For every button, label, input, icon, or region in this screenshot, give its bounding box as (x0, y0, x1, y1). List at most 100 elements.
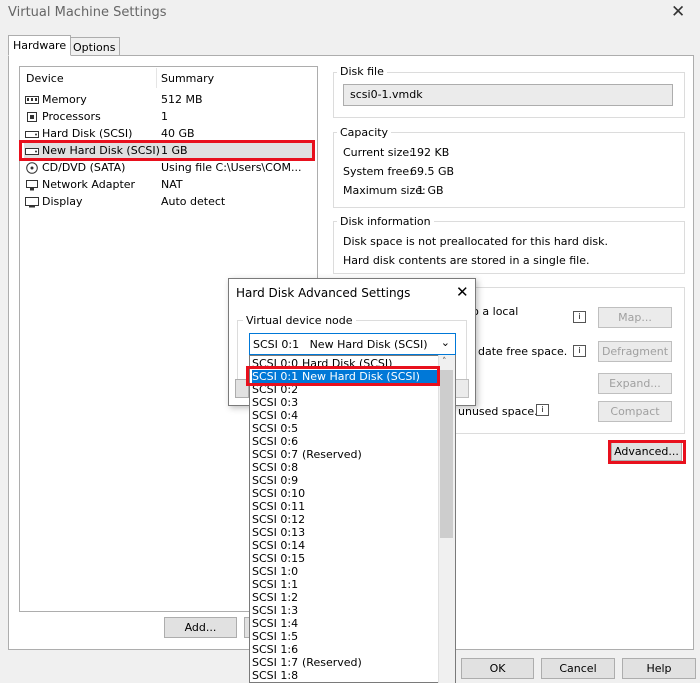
dropdown-option[interactable]: SCSI 1:4 (252, 617, 440, 630)
column-header-device[interactable]: Device (26, 72, 64, 85)
disk-information-title: Disk information (337, 215, 434, 228)
combo-selected-value: SCSI 0:1 New Hard Disk (SCSI) (253, 338, 428, 351)
dropdown-option[interactable]: SCSI 1:3 (252, 604, 440, 617)
option-node: SCSI 0:3 (252, 396, 299, 409)
device-name: Hard Disk (SCSI) (42, 127, 133, 140)
device-name: Display (42, 195, 83, 208)
dialog-close-icon[interactable]: ✕ (456, 283, 469, 301)
dropdown-option[interactable]: SCSI 0:8 (252, 461, 440, 474)
dropdown-option[interactable]: SCSI 1:7 (Reserved) (252, 656, 440, 669)
device-summary: Using file C:\Users\COM... (161, 161, 302, 174)
device-row-processors[interactable]: Processors 1 (24, 109, 312, 126)
disk-info-preallocation: Disk space is not preallocated for this … (343, 235, 608, 248)
option-node: SCSI 0:6 (252, 435, 299, 448)
scroll-up-icon[interactable]: ˄ (442, 357, 447, 367)
option-node: SCSI 0:14 (252, 539, 306, 552)
dropdown-option[interactable]: SCSI 0:11 (252, 500, 440, 513)
column-divider[interactable] (156, 68, 157, 88)
dropdown-option[interactable]: SCSI 1:1 (252, 578, 440, 591)
dropdown-option[interactable]: SCSI 0:15 (252, 552, 440, 565)
option-node: SCSI 1:7 (252, 656, 299, 669)
info-icon: i (573, 345, 586, 357)
device-row-memory[interactable]: Memory 512 MB (24, 92, 312, 109)
option-node: SCSI 1:8 (252, 669, 299, 682)
window-title: Virtual Machine Settings (8, 5, 167, 20)
dropdown-option[interactable]: SCSI 0:6 (252, 435, 440, 448)
dropdown-option[interactable]: SCSI 0:12 (252, 513, 440, 526)
dropdown-option[interactable]: SCSI 0:14 (252, 539, 440, 552)
option-node: SCSI 1:3 (252, 604, 299, 617)
device-node-dropdown[interactable]: SCSI 0:0 Hard Disk (SCSI) SCSI 0:1 New Hard… (249, 355, 456, 683)
option-node: SCSI 0:8 (252, 461, 299, 474)
option-node: SCSI 0:10 (252, 487, 306, 500)
dropdown-option[interactable]: SCSI 1:2 (252, 591, 440, 604)
system-free-label: System free: (343, 165, 413, 178)
option-node: SCSI 0:9 (252, 474, 299, 487)
compact-button[interactable]: Compact (598, 401, 672, 422)
scrollbar-thumb[interactable] (440, 370, 453, 538)
device-node-combo[interactable]: SCSI 0:1 New Hard Disk (SCSI) ⌄ (249, 333, 456, 355)
disk-file-field[interactable]: scsi0-1.vmdk (343, 84, 673, 106)
cd-dvd-icon (26, 162, 38, 174)
current-size-label: Current size: (343, 146, 413, 159)
tab-hardware[interactable]: Hardware (8, 35, 72, 56)
defragment-button[interactable]: Defragment (598, 341, 672, 362)
dropdown-option[interactable]: SCSI 0:9 (252, 474, 440, 487)
device-name: CD/DVD (SATA) (42, 161, 126, 174)
column-header-summary[interactable]: Summary (161, 72, 214, 85)
capacity-title: Capacity (337, 126, 392, 139)
ok-button[interactable]: OK (461, 658, 534, 679)
defragment-description: date free space. (478, 345, 568, 358)
device-row-network[interactable]: Network Adapter NAT (24, 177, 312, 194)
network-icon (26, 180, 38, 191)
expand-button[interactable]: Expand... (598, 373, 672, 394)
device-summary: 40 GB (161, 127, 195, 140)
tab-options[interactable]: Options (68, 37, 121, 56)
help-button[interactable]: Help (622, 658, 696, 679)
option-node: SCSI 1:2 (252, 591, 299, 604)
device-summary: NAT (161, 178, 183, 191)
option-node: SCSI 0:5 (252, 422, 299, 435)
current-size-value: 192 KB (410, 146, 450, 159)
dropdown-option[interactable]: SCSI 0:3 (252, 396, 440, 409)
device-row-cd-dvd[interactable]: CD/DVD (SATA) Using file C:\Users\COM... (24, 160, 312, 177)
device-summary: 512 MB (161, 93, 203, 106)
option-node: SCSI 1:6 (252, 643, 299, 656)
dropdown-option[interactable]: SCSI 1:6 (252, 643, 440, 656)
maximum-size-value: 1 GB (417, 184, 444, 197)
add-button[interactable]: Add... (164, 617, 237, 638)
cancel-button[interactable]: Cancel (541, 658, 615, 679)
memory-icon (25, 96, 39, 104)
disk-info-storage: Hard disk contents are stored in a singl… (343, 254, 590, 267)
dropdown-option[interactable]: SCSI 1:5 (252, 630, 440, 643)
chevron-down-icon: ⌄ (440, 336, 450, 349)
option-description: (Reserved) (302, 448, 362, 461)
option-node: SCSI 1:0 (252, 565, 299, 578)
dropdown-option[interactable]: SCSI 0:7 (Reserved) (252, 448, 440, 461)
option-node: SCSI 1:4 (252, 617, 299, 630)
close-icon[interactable]: ✕ (671, 2, 685, 22)
device-row-display[interactable]: Display Auto detect (24, 194, 312, 211)
dialog-cancel-button[interactable] (455, 379, 469, 398)
device-summary: 1 (161, 110, 168, 123)
info-icon: i (536, 404, 549, 416)
dropdown-option[interactable]: SCSI 0:5 (252, 422, 440, 435)
maximum-size-label: Maximum size: (343, 184, 426, 197)
dropdown-option[interactable]: SCSI 0:4 (252, 409, 440, 422)
option-node: SCSI 0:15 (252, 552, 306, 565)
map-button[interactable]: Map... (598, 307, 672, 328)
dropdown-option[interactable]: SCSI 1:8 (252, 669, 440, 682)
annotation-highlight-advanced (608, 440, 686, 464)
dropdown-option[interactable]: SCSI 0:10 (252, 487, 440, 500)
dropdown-option[interactable]: SCSI 0:13 (252, 526, 440, 539)
dropdown-option[interactable]: SCSI 1:0 (252, 565, 440, 578)
option-node: SCSI 1:1 (252, 578, 299, 591)
processor-icon (27, 112, 37, 122)
option-description: (Reserved) (302, 656, 362, 669)
annotation-highlight-option (246, 366, 440, 386)
device-name: Memory (42, 93, 87, 106)
device-name: Network Adapter (42, 178, 136, 191)
system-free-value: 69.5 GB (410, 165, 455, 178)
device-name: Processors (42, 110, 101, 123)
info-icon: i (573, 311, 586, 323)
